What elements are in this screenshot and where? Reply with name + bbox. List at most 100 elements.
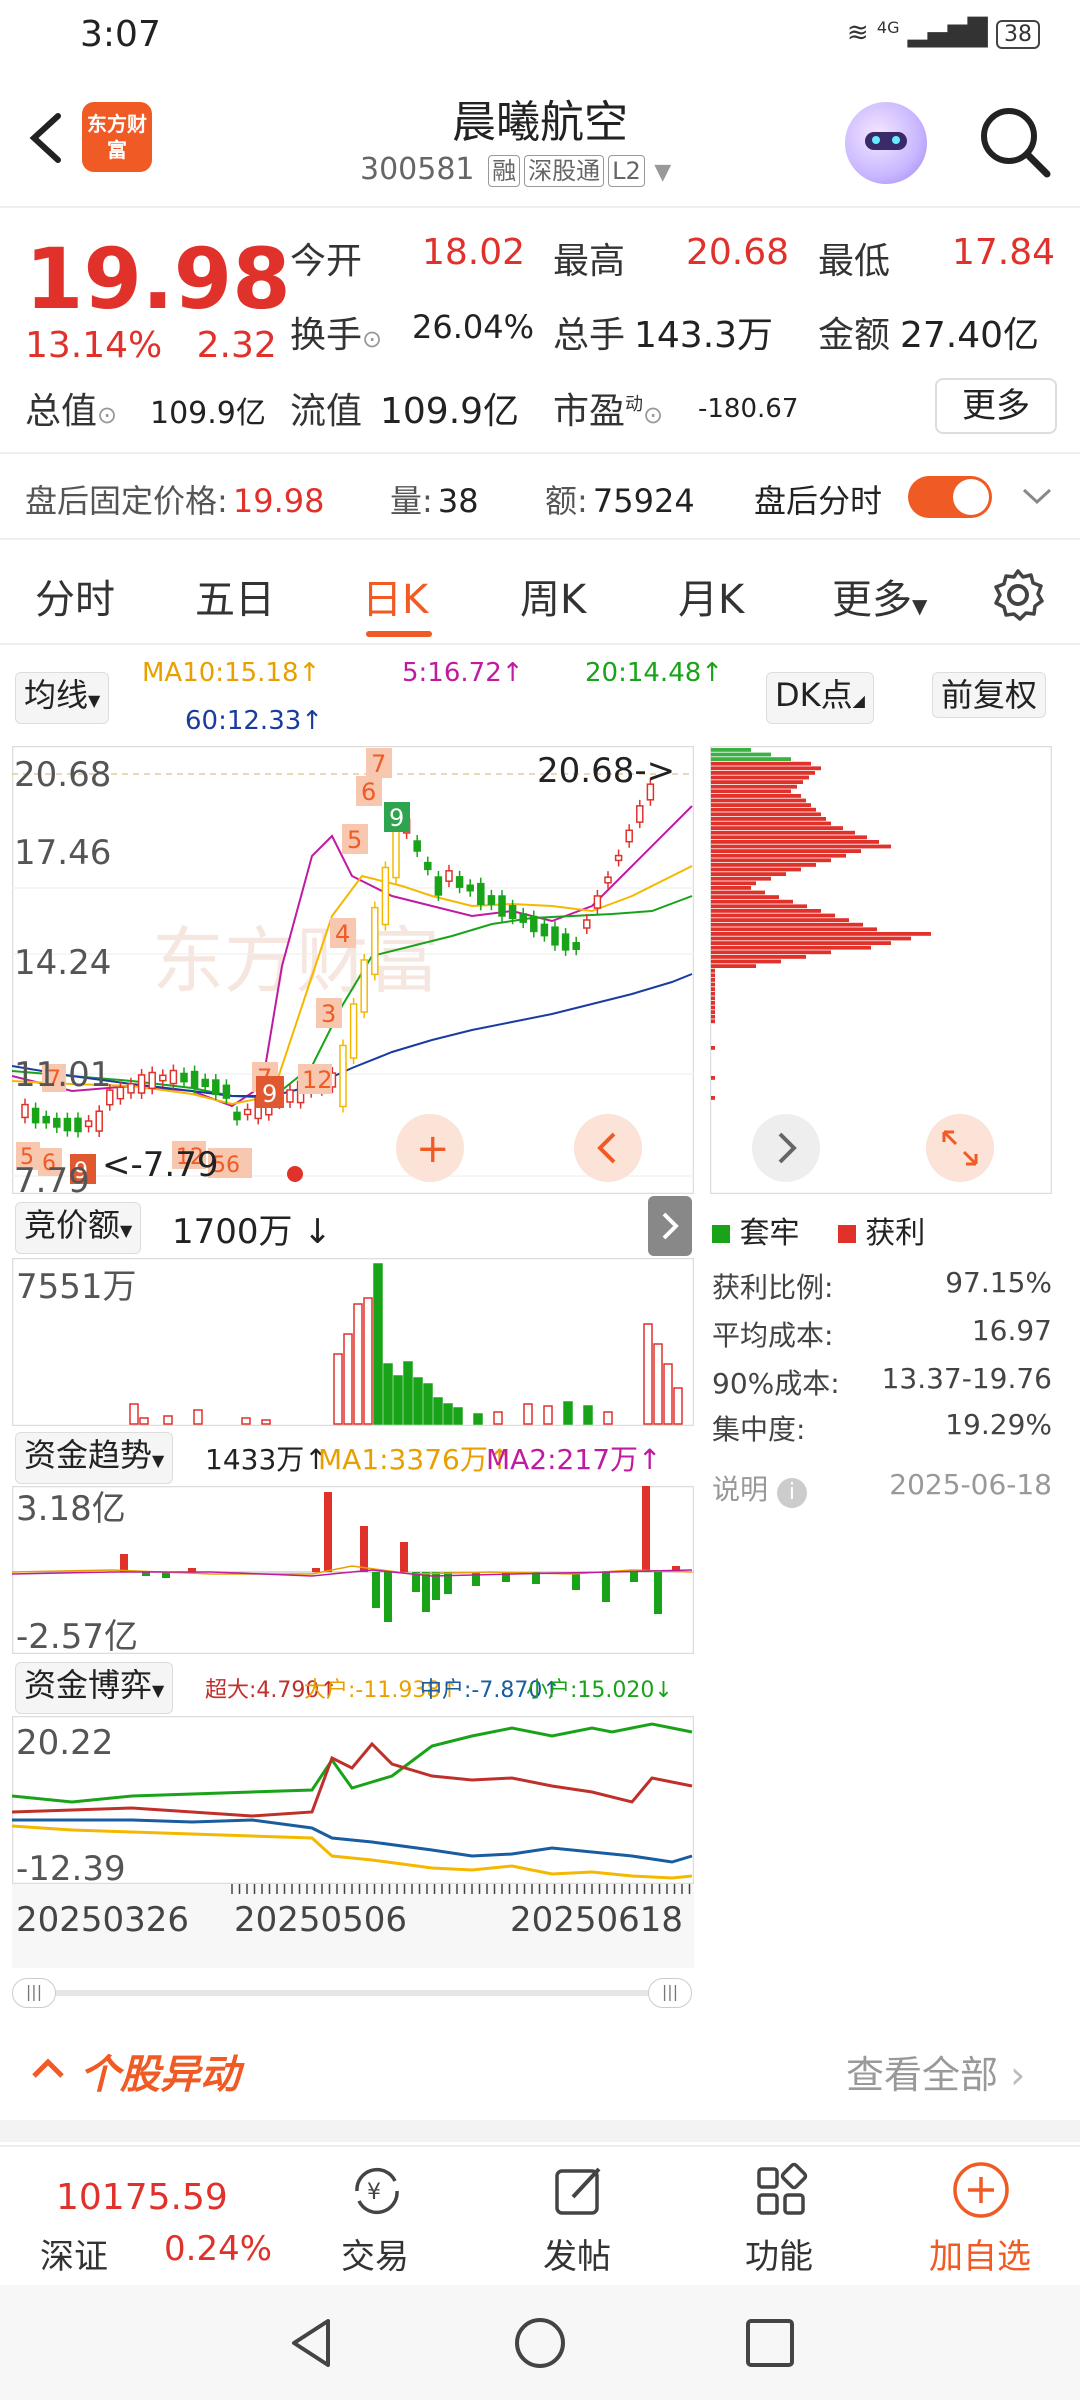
- range-scrollbar[interactable]: ||| |||: [12, 1978, 692, 2008]
- index-value: 10175.59: [56, 2177, 228, 2218]
- trade-button[interactable]: ¥ 交易: [275, 2147, 475, 2282]
- stock-code-row[interactable]: 300581 融深股通 L2 ▼: [360, 152, 671, 187]
- chip-bar: [711, 794, 801, 798]
- candle-body: [74, 1117, 82, 1133]
- function-button[interactable]: 功能: [679, 2147, 879, 2282]
- candle-body: [434, 876, 443, 896]
- candle-body: [519, 913, 527, 923]
- volume-bar: [129, 1403, 139, 1425]
- index-ticker[interactable]: 10175.59 深证 0.24%: [0, 2147, 280, 2282]
- post-button[interactable]: 发帖: [477, 2147, 677, 2282]
- index-name: 深证: [40, 2237, 108, 2277]
- ma-select[interactable]: 均线▼: [15, 672, 110, 724]
- candle-body: [498, 895, 506, 917]
- tab-more[interactable]: 更多▼: [832, 567, 927, 625]
- view-all-link[interactable]: 查看全部 ›: [846, 2044, 1025, 2099]
- dropdown-icon: ▼: [88, 691, 101, 710]
- float-label: 流值: [290, 391, 363, 432]
- stat-value: 97.15%: [945, 1266, 1052, 1299]
- assistant-avatar[interactable]: [845, 102, 927, 184]
- fund-trend-chart[interactable]: 3.18亿 -2.57亿: [12, 1486, 694, 1654]
- chart-tabs: 分时 五日 日K 周K 月K 更多▼: [0, 545, 1080, 645]
- candle-body: [530, 915, 538, 933]
- dk-point-button[interactable]: DK点◢: [766, 672, 874, 724]
- tab-five-day[interactable]: 五日: [195, 567, 275, 625]
- expand-panel-button[interactable]: [648, 1196, 692, 1256]
- pe-label[interactable]: 市盈动⊙: [553, 382, 663, 434]
- home-circle-icon[interactable]: [512, 2315, 568, 2371]
- volume-select[interactable]: 竞价额▼: [15, 1202, 142, 1254]
- scroll-left-button[interactable]: [574, 1114, 642, 1182]
- stat-value: 19.29%: [945, 1408, 1052, 1441]
- chip-note-row[interactable]: 说明 i 2025-06-18: [712, 1468, 1052, 1508]
- volume-bar: [663, 1363, 673, 1425]
- amount-label: 金额: [818, 315, 891, 356]
- chip-stat-row: 平均成本: 16.97: [712, 1314, 1052, 1354]
- info-icon: ⊙: [643, 401, 664, 429]
- mcap-label[interactable]: 总值⊙: [25, 382, 117, 434]
- chip-bar: [711, 964, 756, 968]
- fund-game-select[interactable]: 资金博弈▼: [15, 1662, 174, 1714]
- section-divider: [0, 2120, 1080, 2142]
- pe-text: 市盈: [553, 391, 626, 432]
- tab-intraday[interactable]: 分时: [35, 567, 115, 625]
- candle-body: [180, 1072, 188, 1083]
- amount-value: 27.40亿: [900, 315, 1040, 356]
- scroll-handle-right[interactable]: |||: [648, 1978, 692, 2008]
- volume-bar: [333, 1353, 343, 1425]
- auction-volume-chart[interactable]: 7551万: [12, 1258, 694, 1426]
- stat-label: 集中度:: [712, 1413, 806, 1446]
- tab-monthly-k[interactable]: 月K: [678, 567, 744, 625]
- tab-daily-k[interactable]: 日K: [362, 567, 428, 625]
- volume-bar: [241, 1417, 251, 1425]
- chip-bar: [711, 959, 781, 964]
- plus-circle-icon: [953, 2162, 1009, 2218]
- chip-bar: [711, 761, 811, 766]
- note-date: 2025-06-18: [889, 1468, 1052, 1501]
- scroll-handle-left[interactable]: |||: [12, 1978, 56, 2008]
- fund-trend-select[interactable]: 资金趋势▼: [15, 1432, 174, 1484]
- chip-bar: [711, 789, 791, 794]
- candle-body: [84, 1120, 93, 1128]
- recents-square-icon[interactable]: [744, 2317, 796, 2369]
- chevron-up-icon[interactable]: [30, 2054, 66, 2082]
- add-watchlist-button[interactable]: 加自选: [880, 2147, 1080, 2282]
- after-hours-toggle[interactable]: [908, 476, 992, 518]
- chip-bar: [711, 766, 821, 771]
- chip-bar: [711, 1019, 715, 1024]
- settings-gear-icon[interactable]: [990, 567, 1046, 623]
- chip-bar: [711, 913, 835, 918]
- chip-bar: [711, 867, 801, 872]
- scroll-track: [32, 1990, 672, 1996]
- kline-chart[interactable]: 东方财富 7 6 9 5 4 3 12 7 9 7 5 6 9 12 56 20…: [12, 746, 694, 1194]
- chevron-right-icon: ›: [1010, 2053, 1026, 2097]
- chevron-down-icon[interactable]: [1020, 484, 1054, 508]
- candle-body: [190, 1070, 199, 1089]
- tab-weekly-k[interactable]: 周K: [520, 567, 586, 625]
- trade-icon: ¥: [355, 2167, 399, 2215]
- after-amt-label: 额:: [545, 482, 588, 520]
- after-price-label: 盘后固定价格:: [25, 482, 228, 520]
- back-triangle-icon[interactable]: [286, 2315, 336, 2371]
- candle-body: [360, 959, 368, 1013]
- zoom-in-button[interactable]: +: [396, 1114, 464, 1182]
- chip-distribution-chart[interactable]: [710, 746, 1052, 1194]
- fund-trend-bar: [400, 1542, 408, 1572]
- volume-bar: [423, 1383, 433, 1425]
- chip-bar: [711, 1001, 715, 1005]
- more-button[interactable]: 更多: [935, 378, 1057, 434]
- adjust-button[interactable]: 前复权: [932, 672, 1047, 718]
- open-field: 今开: [290, 232, 362, 284]
- next-button[interactable]: [752, 1114, 820, 1182]
- stat-label: 90%成本:: [712, 1367, 840, 1400]
- float-value: 109.9亿: [380, 391, 520, 432]
- candle-body: [636, 805, 644, 823]
- fund-game-chart[interactable]: 20.22 -12.39: [12, 1716, 694, 1884]
- volume-bar: [603, 1411, 613, 1425]
- volume-bar: [673, 1387, 683, 1425]
- turnover-label[interactable]: 换手⊙: [290, 306, 382, 358]
- search-icon[interactable]: [975, 102, 1055, 182]
- chip-bar: [711, 1046, 715, 1050]
- expand-icon[interactable]: [926, 1114, 994, 1182]
- signal-icon: ▂▄▆█: [907, 18, 988, 48]
